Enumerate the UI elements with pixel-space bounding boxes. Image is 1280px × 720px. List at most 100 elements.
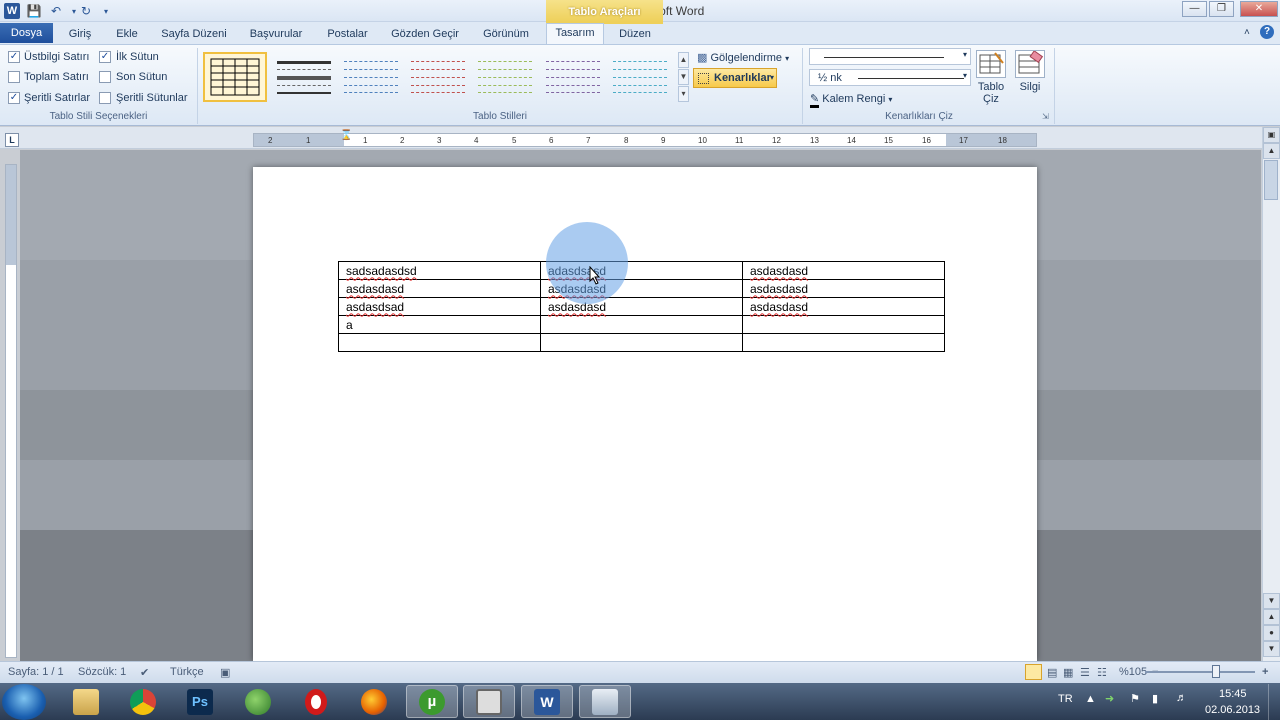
taskbar-word[interactable]: W [521,685,573,718]
show-hidden-icons[interactable]: ▲ [1085,693,1096,705]
outline-view-icon[interactable]: ☰ [1080,666,1090,679]
table-cell[interactable]: sadsadasdsd [338,261,541,280]
pen-color-button[interactable]: ✎ Kalem Rengi ▾ [810,92,892,108]
horizontal-ruler[interactable]: 2 1 1 2 3 4 5 6 7 8 9 10 11 12 13 14 15 16 17 18 [253,133,1037,147]
dialog-launcher-icon[interactable]: ⇲ [1042,112,1049,121]
tray-app-icon[interactable]: ➜ [1105,692,1114,705]
line-weight-combo[interactable]: ½ nk ▾ [809,69,971,86]
eraser-button[interactable]: Silgi [1011,50,1049,93]
table-cell[interactable]: asdasdasd [742,297,945,316]
browse-object-icon[interactable]: ● [1263,625,1280,641]
tab-references[interactable]: Başvurular [243,25,309,44]
last-column-checkbox[interactable] [99,71,111,83]
language-indicator[interactable]: Türkçe [170,666,204,678]
taskbar-explorer[interactable] [60,685,112,718]
proofing-icon[interactable]: ✔ [140,666,149,679]
zoom-slider[interactable] [1145,671,1255,673]
restore-button[interactable]: ❐ [1209,1,1234,17]
table-cell[interactable]: asdasdsad [338,297,541,316]
table-style-aqua[interactable] [609,52,673,102]
table-cell[interactable] [540,333,743,352]
ruler-toggle-icon[interactable]: ▣ [1263,127,1280,143]
line-style-combo[interactable]: ▾ [809,48,971,65]
taskbar-firefox[interactable] [348,685,400,718]
network-icon[interactable]: ▮ [1152,692,1158,705]
minimize-ribbon-icon[interactable]: ˄ [1244,27,1250,38]
tab-insert[interactable]: Ekle [108,25,146,44]
borders-button[interactable]: Kenarlıklar ▾ [693,68,777,88]
close-button[interactable]: ✕ [1240,1,1278,17]
gallery-up-arrow[interactable]: ▲ [678,52,689,68]
web-layout-view-icon[interactable]: ▦ [1063,666,1073,679]
zoom-in-icon[interactable]: + [1262,666,1268,678]
tab-view[interactable]: Görünüm [475,25,537,44]
minimize-button[interactable]: — [1182,1,1207,17]
tab-page-layout[interactable]: Sayfa Düzeni [155,25,233,44]
taskbar-chrome[interactable] [117,685,169,718]
word-count[interactable]: Sözcük: 1 [78,666,126,678]
header-row-checkbox[interactable]: ✓ [8,51,20,63]
table-style-blue[interactable] [340,52,404,102]
draft-view-icon[interactable]: ☷ [1097,666,1107,679]
action-center-icon[interactable]: ⚑ [1130,692,1140,705]
table-cell[interactable]: a [338,315,541,334]
total-row-checkbox[interactable] [8,71,20,83]
tab-design[interactable]: Tasarım [546,23,604,44]
table-cell[interactable]: asdasdasd [742,261,945,280]
start-button[interactable] [2,684,46,720]
table-cell[interactable] [742,333,945,352]
previous-page-icon[interactable]: ▲ [1263,609,1280,625]
draw-table-button[interactable]: Tablo Çiz [972,50,1010,105]
document-table[interactable]: sadsadasdsdadasdsasdasdasdasdasdasdasdas… [338,261,945,352]
scroll-up-arrow[interactable]: ▲ [1263,143,1280,159]
taskbar-globe-app[interactable] [232,685,284,718]
tab-home[interactable]: Giriş [60,25,100,44]
page-count[interactable]: Sayfa: 1 / 1 [8,666,64,678]
full-screen-view-icon[interactable]: ▤ [1047,666,1057,679]
print-layout-view-icon[interactable] [1025,664,1042,680]
banded-columns-checkbox[interactable] [99,92,111,104]
taskbar-photoshop[interactable]: Ps [174,685,226,718]
help-icon[interactable]: ? [1260,25,1274,39]
table-cell[interactable]: asdasdasd [338,279,541,298]
tab-mailings[interactable]: Postalar [320,25,375,44]
clock-date[interactable]: 02.06.2013 [1205,704,1260,716]
table-cell[interactable]: asdasdasd [742,279,945,298]
taskbar-opera[interactable] [290,685,342,718]
gallery-more-arrow[interactable]: ▾ [678,86,689,102]
vertical-scrollbar[interactable]: ▣ ▲ ▼ ▲ ● ▼ [1262,127,1280,661]
table-cell[interactable] [540,315,743,334]
table-style-dark[interactable] [273,52,337,102]
taskbar-notepad[interactable] [579,685,631,718]
first-column-checkbox[interactable]: ✓ [99,51,111,63]
table-style-purple[interactable] [542,52,606,102]
banded-rows-checkbox[interactable]: ✓ [8,92,20,104]
tab-selector[interactable]: L [5,133,19,147]
next-page-icon[interactable]: ▼ [1263,641,1280,657]
chevron-down-icon: ▾ [962,50,967,59]
tab-file[interactable]: Dosya [0,23,53,43]
table-cell[interactable] [338,333,541,352]
table-style-red[interactable] [407,52,471,102]
volume-icon[interactable]: ♬ [1176,692,1187,704]
table-cell[interactable] [742,315,945,334]
shading-button[interactable]: ▩ Gölgelendirme ▾ [697,51,789,64]
indent-marker-icon[interactable]: ⌛ [340,130,352,141]
zoom-level[interactable]: %105 [1119,666,1147,678]
tab-layout[interactable]: Düzen [612,25,658,44]
clock-time[interactable]: 15:45 [1219,688,1247,700]
tab-review[interactable]: Gözden Geçir [385,25,465,44]
table-style-grid[interactable] [203,52,267,102]
show-desktop-button[interactable] [1268,684,1280,720]
document-page[interactable]: sadsadasdsdadasdsasdasdasdasdasdasdasdas… [253,167,1037,661]
vertical-ruler[interactable] [5,164,17,658]
input-language[interactable]: TR [1058,693,1073,705]
scrollbar-thumb[interactable] [1264,160,1278,200]
zoom-slider-knob[interactable] [1212,665,1220,678]
taskbar-video-app[interactable] [463,685,515,718]
taskbar-utorrent[interactable]: µ [406,685,458,718]
scroll-down-arrow[interactable]: ▼ [1263,593,1280,609]
gallery-down-arrow[interactable]: ▼ [678,69,689,85]
macro-icon[interactable]: ▣ [220,666,230,679]
table-style-green[interactable] [474,52,538,102]
